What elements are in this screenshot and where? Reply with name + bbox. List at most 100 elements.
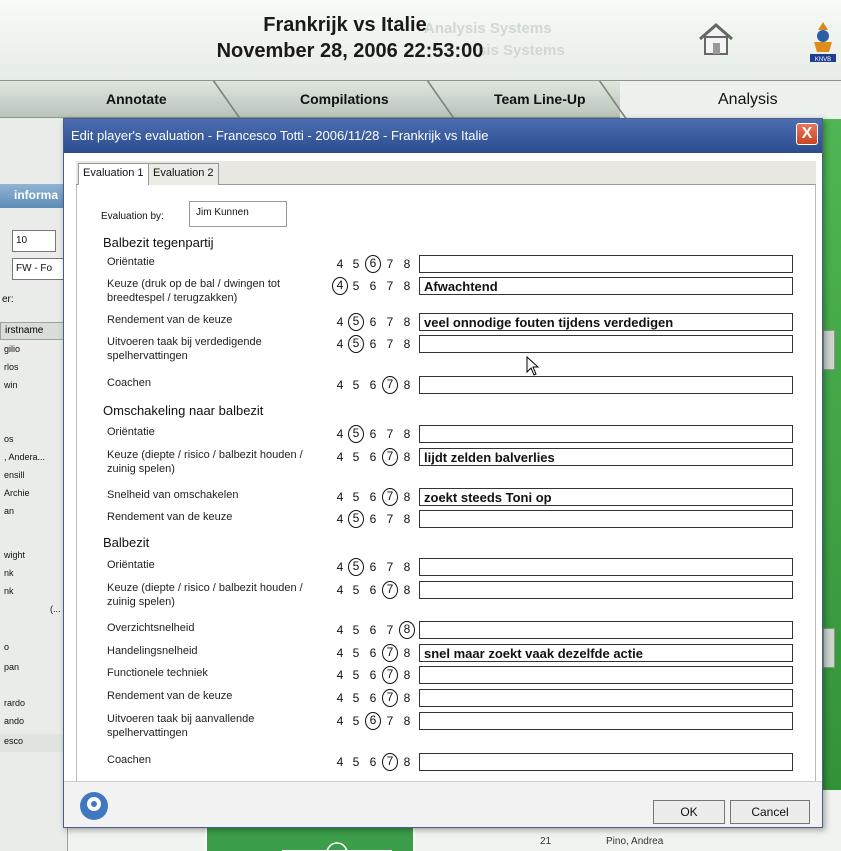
score-option-6[interactable]: 6 — [365, 255, 381, 273]
score-option-8[interactable]: 8 — [399, 644, 415, 662]
score-option-8[interactable]: 8 — [399, 510, 415, 528]
score-option-7[interactable]: 7 — [382, 448, 398, 466]
score-option-6[interactable]: 6 — [365, 488, 381, 506]
score-option-4[interactable]: 4 — [332, 335, 348, 353]
comment-field[interactable] — [419, 255, 793, 273]
score-option-4[interactable]: 4 — [332, 448, 348, 466]
comment-field[interactable] — [419, 425, 793, 443]
comment-field[interactable]: lijdt zelden balverlies — [419, 448, 793, 466]
score-option-4[interactable]: 4 — [332, 277, 348, 295]
tab-team-lineup[interactable]: Team Line-Up — [494, 91, 586, 107]
score-option-5[interactable]: 5 — [348, 313, 364, 331]
score-option-6[interactable]: 6 — [365, 558, 381, 576]
score-option-8[interactable]: 8 — [399, 376, 415, 394]
score-option-4[interactable]: 4 — [332, 558, 348, 576]
score-option-4[interactable]: 4 — [332, 510, 348, 528]
list-item[interactable]: an — [4, 506, 14, 516]
score-option-4[interactable]: 4 — [332, 712, 348, 730]
scrollbar[interactable] — [823, 330, 835, 370]
score-option-5[interactable]: 5 — [348, 712, 364, 730]
score-option-6[interactable]: 6 — [365, 581, 381, 599]
score-option-5[interactable]: 5 — [348, 488, 364, 506]
score-option-7[interactable]: 7 — [382, 689, 398, 707]
comment-field[interactable]: snel maar zoekt vaak dezelfde actie — [419, 644, 793, 662]
score-option-4[interactable]: 4 — [332, 689, 348, 707]
score-option-6[interactable]: 6 — [365, 425, 381, 443]
score-option-7[interactable]: 7 — [382, 313, 398, 331]
score-option-8[interactable]: 8 — [399, 712, 415, 730]
score-option-6[interactable]: 6 — [365, 277, 381, 295]
score-option-4[interactable]: 4 — [332, 753, 348, 771]
lineup-row-name[interactable]: Pino, Andrea — [606, 836, 663, 847]
comment-field[interactable] — [419, 581, 793, 599]
score-option-8[interactable]: 8 — [399, 621, 415, 639]
score-option-5[interactable]: 5 — [348, 335, 364, 353]
scrollbar[interactable] — [823, 628, 835, 668]
player-number-field[interactable]: 10 — [12, 230, 56, 252]
list-item[interactable]: rardo — [4, 698, 25, 708]
score-option-7[interactable]: 7 — [382, 581, 398, 599]
score-option-6[interactable]: 6 — [365, 335, 381, 353]
score-option-6[interactable]: 6 — [365, 666, 381, 684]
list-item[interactable]: o — [4, 642, 9, 652]
comment-field[interactable]: Afwachtend — [419, 277, 793, 295]
comment-field[interactable] — [419, 712, 793, 730]
score-option-6[interactable]: 6 — [365, 313, 381, 331]
list-item[interactable]: gilio — [4, 344, 20, 354]
score-option-8[interactable]: 8 — [399, 335, 415, 353]
score-option-6[interactable]: 6 — [365, 689, 381, 707]
score-option-5[interactable]: 5 — [348, 277, 364, 295]
list-item[interactable]: win — [4, 380, 18, 390]
score-option-8[interactable]: 8 — [399, 488, 415, 506]
list-item[interactable]: ensill — [4, 470, 25, 480]
score-option-7[interactable]: 7 — [382, 644, 398, 662]
comment-field[interactable] — [419, 666, 793, 684]
score-option-5[interactable]: 5 — [348, 425, 364, 443]
score-option-5[interactable]: 5 — [348, 621, 364, 639]
score-option-5[interactable]: 5 — [348, 666, 364, 684]
score-option-8[interactable]: 8 — [399, 255, 415, 273]
score-option-6[interactable]: 6 — [365, 712, 381, 730]
score-option-8[interactable]: 8 — [399, 558, 415, 576]
list-item[interactable]: (... — [50, 604, 61, 614]
cancel-button[interactable]: Cancel — [730, 800, 810, 824]
score-option-7[interactable]: 7 — [382, 510, 398, 528]
comment-field[interactable] — [419, 621, 793, 639]
tab-evaluation-1[interactable]: Evaluation 1 — [78, 163, 149, 186]
score-option-7[interactable]: 7 — [382, 753, 398, 771]
list-item[interactable]: os — [4, 434, 14, 444]
comment-field[interactable]: veel onnodige fouten tijdens verdedigen — [419, 313, 793, 331]
score-option-5[interactable]: 5 — [348, 448, 364, 466]
list-item[interactable]: rlos — [4, 362, 19, 372]
score-option-5[interactable]: 5 — [348, 753, 364, 771]
score-option-8[interactable]: 8 — [399, 666, 415, 684]
score-option-5[interactable]: 5 — [348, 510, 364, 528]
score-option-8[interactable]: 8 — [399, 313, 415, 331]
score-option-4[interactable]: 4 — [332, 488, 348, 506]
score-option-4[interactable]: 4 — [332, 255, 348, 273]
score-option-4[interactable]: 4 — [332, 313, 348, 331]
score-option-8[interactable]: 8 — [399, 277, 415, 295]
tab-annotate[interactable]: Annotate — [106, 91, 167, 107]
score-option-6[interactable]: 6 — [365, 644, 381, 662]
score-option-5[interactable]: 5 — [348, 689, 364, 707]
list-item[interactable]: esco — [4, 736, 23, 746]
list-item[interactable]: ando — [4, 716, 24, 726]
score-option-6[interactable]: 6 — [365, 376, 381, 394]
comment-field[interactable] — [419, 510, 793, 528]
list-item[interactable]: , Andera... — [4, 452, 45, 462]
score-option-5[interactable]: 5 — [348, 644, 364, 662]
score-option-7[interactable]: 7 — [382, 277, 398, 295]
score-option-5[interactable]: 5 — [348, 558, 364, 576]
tab-analysis[interactable]: Analysis — [620, 81, 841, 119]
list-item[interactable]: nk — [4, 568, 14, 578]
list-item[interactable]: nk — [4, 586, 14, 596]
evaluator-field[interactable]: Jim Kunnen — [189, 201, 287, 227]
score-option-5[interactable]: 5 — [348, 376, 364, 394]
score-option-7[interactable]: 7 — [382, 255, 398, 273]
score-option-7[interactable]: 7 — [382, 558, 398, 576]
score-option-6[interactable]: 6 — [365, 510, 381, 528]
score-option-5[interactable]: 5 — [348, 255, 364, 273]
home-button[interactable] — [694, 20, 738, 58]
score-option-8[interactable]: 8 — [399, 425, 415, 443]
